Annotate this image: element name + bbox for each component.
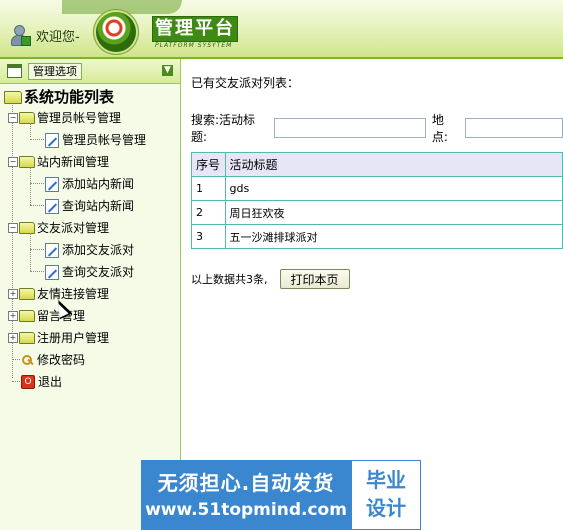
location-input[interactable] — [465, 118, 563, 138]
tree-item-query-party[interactable]: 查询交友派对 — [30, 262, 134, 282]
expand-icon[interactable]: + — [8, 289, 18, 299]
edit-document-icon — [45, 242, 59, 258]
table-row[interactable]: 1 gds — [191, 176, 563, 201]
location-label: 地点: — [431, 113, 448, 144]
table-row[interactable]: 2 周日狂欢夜 — [191, 200, 563, 225]
folder-open-icon — [4, 90, 22, 104]
welcome-text: 欢迎您- — [36, 29, 80, 45]
welcome-area: 欢迎您- — [8, 24, 80, 46]
folder-icon — [19, 222, 35, 234]
tree-group-label: 交友派对管理 — [37, 221, 110, 235]
tree-item-label: 添加站内新闻 — [62, 177, 135, 191]
list-heading: 已有交友派对列表： — [191, 76, 300, 90]
expand-icon[interactable]: + — [8, 333, 18, 343]
record-count-text: 以上数据共3条, — [191, 273, 268, 286]
edit-document-icon — [45, 132, 59, 148]
cell-title[interactable]: 周日狂欢夜 — [224, 200, 563, 225]
collapse-icon[interactable]: − — [8, 223, 18, 233]
platform-subtitle: PLATFORM SYSYTEM — [155, 42, 233, 49]
cell-id: 2 — [191, 200, 226, 225]
column-header-id: 序号 — [191, 152, 226, 177]
edit-document-icon — [45, 198, 59, 214]
tree-item-label: 查询交友派对 — [62, 265, 135, 279]
tree-group-messages[interactable]: + 留言管理 — [8, 306, 85, 326]
cell-id: 1 — [191, 176, 226, 201]
tree-item-change-password[interactable]: 修改密码 — [12, 350, 85, 370]
user-icon — [8, 24, 31, 46]
table-row[interactable]: 3 五一沙滩排球派对 — [191, 224, 563, 249]
watermark-right: 毕业 设计 — [351, 460, 421, 530]
folder-icon — [19, 156, 35, 168]
tree-item-label: 添加交友派对 — [62, 243, 135, 257]
column-header-title: 活动标题 — [224, 152, 563, 177]
tree-group-news[interactable]: − 站内新闻管理 — [8, 152, 109, 172]
table-footer: 以上数据共3条, 打印本页 — [191, 269, 350, 289]
collapse-down-icon[interactable]: ▼ — [162, 65, 173, 76]
edit-document-icon — [45, 264, 59, 280]
tree-item-admin-accounts[interactable]: 管理员帐号管理 — [30, 130, 146, 150]
tree-item-label: 管理员帐号管理 — [62, 133, 147, 147]
app-header: 欢迎您- 管理平台 PLATFORM SYSYTEM — [0, 0, 563, 59]
key-icon — [21, 354, 34, 367]
tree-root[interactable]: 系统功能列表 — [4, 87, 114, 107]
watermark-right-line2: 设计 — [366, 496, 406, 520]
cell-id: 3 — [191, 224, 226, 249]
collapse-icon[interactable]: − — [8, 113, 18, 123]
search-title-label: 搜索:活动标题: — [191, 113, 256, 144]
tree-group-label: 友情连接管理 — [37, 287, 110, 301]
expand-icon[interactable]: + — [8, 311, 18, 321]
tree-item-label: 退出 — [38, 375, 63, 389]
watermark-line2: www.51topmind.com — [145, 500, 347, 520]
logout-icon: O — [21, 375, 35, 389]
cell-title[interactable]: 五一沙滩排球派对 — [224, 224, 563, 249]
tree-group-users[interactable]: + 注册用户管理 — [8, 328, 109, 348]
header-decoration — [62, 0, 182, 14]
tree-item-add-news[interactable]: 添加站内新闻 — [30, 174, 134, 194]
tree-item-logout[interactable]: O 退出 — [12, 372, 62, 392]
print-page-button[interactable]: 打印本页 — [279, 269, 350, 289]
search-bar: 搜索:活动标题: 地点: — [191, 111, 563, 145]
calendar-icon — [7, 64, 22, 78]
folder-icon — [19, 112, 35, 124]
tree-title: 系统功能列表 — [24, 88, 115, 106]
platform-title: 管理平台 — [152, 16, 238, 42]
edit-document-icon — [45, 176, 59, 192]
watermark-left: 无须担心.自动发货 www.51topmind.com — [141, 460, 351, 530]
table-header-row: 序号 活动标题 — [191, 152, 563, 177]
tree-item-add-party[interactable]: 添加交友派对 — [30, 240, 134, 260]
tree-group-label: 管理员帐号管理 — [37, 111, 122, 125]
watermark-banner: 无须担心.自动发货 www.51topmind.com 毕业 设计 — [141, 460, 421, 530]
tree-group-party[interactable]: − 交友派对管理 — [8, 218, 109, 238]
target-logo-icon — [96, 12, 136, 52]
tree-item-query-news[interactable]: 查询站内新闻 — [30, 196, 134, 216]
tree-group-admin-accounts[interactable]: − 管理员帐号管理 — [8, 108, 121, 128]
tree-item-label: 修改密码 — [37, 353, 86, 367]
party-table: 序号 活动标题 1 gds 2 周日狂欢夜 3 五一沙滩排球派对 — [191, 152, 563, 249]
collapse-icon[interactable]: − — [8, 157, 18, 167]
tree-group-label: 注册用户管理 — [37, 331, 110, 345]
folder-icon — [19, 310, 35, 322]
cell-title[interactable]: gds — [224, 176, 563, 201]
menu-options-label[interactable]: 管理选项 — [28, 63, 82, 80]
folder-icon — [19, 288, 35, 300]
tree-item-label: 查询站内新闻 — [62, 199, 135, 213]
tree-group-label: 站内新闻管理 — [37, 155, 110, 169]
watermark-line1: 无须担心.自动发货 — [157, 471, 335, 495]
folder-icon — [19, 332, 35, 344]
watermark-right-line1: 毕业 — [366, 468, 406, 492]
sidebar-header: 管理选项 ▼ — [0, 59, 180, 84]
activity-title-input[interactable] — [273, 118, 426, 138]
